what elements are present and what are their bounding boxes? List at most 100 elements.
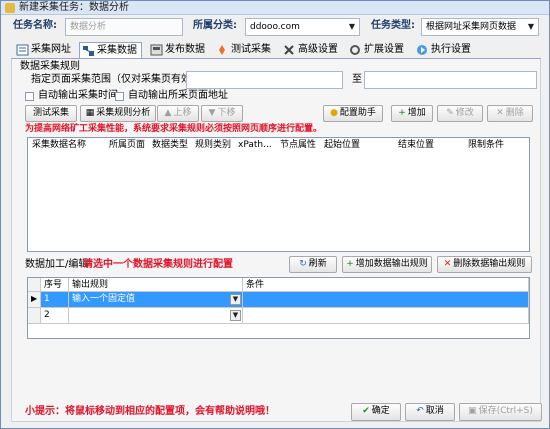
table-cell[interactable]: [243, 308, 529, 324]
range-to-input[interactable]: [364, 71, 537, 89]
range-label: 指定页面采集范围（仅对采集页有效）:: [31, 74, 205, 85]
column-header: 条件: [243, 278, 529, 292]
plus-icon: +: [398, 108, 406, 118]
analyze-rules-button[interactable]: ▦ 采集规则分析: [80, 105, 156, 122]
close-icon: ✕: [496, 108, 504, 118]
table-cell[interactable]: 1: [41, 292, 69, 308]
rule-select-cell[interactable]: 输入一个固定值 ▼: [69, 292, 243, 308]
chevron-down-icon[interactable]: ▼: [230, 310, 241, 321]
task-window: ddooo.com ddooo.com 新建采集任务：数据分析 任务名称: 数据…: [0, 0, 550, 429]
tab-label: 测试采集: [231, 44, 271, 55]
row-header-corner: [28, 278, 41, 292]
range-to-label: 至: [352, 74, 362, 85]
range-from-input[interactable]: [186, 71, 343, 89]
arrow-up-icon: ▲: [164, 108, 172, 118]
row-header: [28, 308, 41, 324]
extension-icon: [350, 45, 360, 55]
task-name-field[interactable]: 数据分析: [65, 18, 183, 36]
title-bar: 新建采集任务：数据分析: [1, 1, 549, 15]
tools-icon: [284, 45, 294, 55]
output-label: 数据加工/编辑: [25, 259, 89, 270]
rules-table[interactable]: 采集数据名称 所属页面 数据类型 规则类别 xPath... 节点属性 起始位置…: [27, 137, 530, 252]
move-up-button[interactable]: ▲ 上移: [157, 105, 199, 122]
app-icon: [5, 3, 15, 13]
lightbulb-icon: ●: [330, 108, 338, 118]
auto-url-checkbox[interactable]: [115, 92, 124, 101]
column-header: 起始位置: [324, 140, 361, 150]
save-button[interactable]: ▣ 保存(Ctrl+S): [459, 403, 542, 421]
tab-label: 发布数据: [165, 44, 205, 55]
execute-icon: [417, 45, 427, 55]
column-header: 输出规则: [69, 278, 243, 292]
tab-collect-data[interactable]: 采集数据: [79, 42, 142, 59]
test-icon: [219, 45, 225, 55]
close-icon: ✕: [443, 259, 452, 269]
tab-label: 执行设置: [431, 44, 471, 55]
undo-icon: ↶: [416, 406, 424, 416]
move-down-button[interactable]: ▼ 下移: [201, 105, 243, 122]
column-header: xPath...: [238, 140, 272, 150]
column-header: 所属页面: [109, 140, 146, 150]
category-value: ddooo.com: [250, 22, 300, 32]
tab-execute[interactable]: 执行设置: [414, 42, 475, 59]
footer-tip: 小提示：将鼠标移动到相应的配置项，会有帮助说明哦！: [25, 406, 275, 417]
row-pointer-icon: ▶: [28, 292, 41, 308]
table-cell[interactable]: [243, 292, 529, 308]
warning-text: 为提高网络矿工采集性能，系统要求采集规则必须按照网页顺序进行配置。: [25, 124, 323, 134]
data-icon: [83, 46, 94, 56]
chevron-down-icon[interactable]: ▼: [347, 22, 357, 32]
edit-icon: ✎: [446, 108, 454, 118]
column-header: 序号: [41, 278, 69, 292]
chevron-down-icon[interactable]: ▼: [526, 22, 536, 32]
add-rule-button[interactable]: + 增加: [391, 105, 433, 122]
column-header: 数据类型: [152, 140, 189, 150]
plus-icon: +: [346, 259, 354, 269]
auto-time-checkbox[interactable]: [25, 92, 34, 101]
tab-advanced[interactable]: 高级设置: [281, 42, 342, 59]
auto-time-label: 自动输出采集时间: [38, 90, 118, 101]
edit-rule-button[interactable]: ✎ 修改: [437, 105, 483, 122]
tab-label: 扩展设置: [364, 44, 404, 55]
tab-label: 采集数据: [97, 45, 137, 56]
add-output-rule-button[interactable]: + 增加数据输出规则: [342, 256, 432, 273]
tab-label: 采集网址: [31, 44, 71, 55]
category-label: 所属分类:: [193, 20, 237, 31]
arrow-down-icon: ▼: [208, 108, 216, 118]
task-type-select[interactable]: 根据网址采集网页数据 ▼: [421, 18, 539, 36]
tab-publish[interactable]: 发布数据: [148, 42, 209, 59]
tab-extension[interactable]: 扩展设置: [347, 42, 408, 59]
check-icon: ✔: [362, 406, 370, 416]
table-cell[interactable]: 2: [41, 308, 69, 324]
task-type-value: 根据网址采集网页数据: [426, 22, 517, 32]
output-hint: 请选中一个数据采集规则进行配置: [83, 259, 233, 270]
ok-button[interactable]: ✔ 确定: [351, 403, 401, 421]
column-header: 限制条件: [468, 140, 505, 150]
rule-value: 输入一个固定值: [72, 294, 136, 304]
output-rules-table[interactable]: 序号 输出规则 条件 ▶ 1 输入一个固定值 ▼ 2 ▼: [27, 277, 530, 339]
chevron-down-icon[interactable]: ▼: [230, 294, 241, 305]
delete-rule-button[interactable]: ✕ 删除: [487, 105, 533, 122]
column-header: 节点属性: [280, 140, 317, 150]
column-header: 结束位置: [398, 140, 435, 150]
refresh-icon: ↻: [299, 259, 307, 269]
category-select[interactable]: ddooo.com ▼: [245, 18, 360, 36]
refresh-button[interactable]: ↻ 刷新: [289, 256, 337, 273]
rule-select-cell[interactable]: ▼: [69, 308, 243, 324]
delete-output-rule-button[interactable]: ✕ 删除数据输出规则: [437, 256, 532, 273]
window-title: 新建采集任务：数据分析: [19, 2, 129, 13]
analyze-icon: ▦: [85, 108, 95, 118]
test-collect-button[interactable]: 测试采集: [25, 105, 77, 122]
column-header: 采集数据名称: [32, 140, 87, 150]
save-icon: ▣: [468, 406, 477, 416]
tab-urls[interactable]: 采集网址: [14, 42, 75, 59]
task-name-label: 任务名称:: [13, 20, 57, 31]
config-assistant-button[interactable]: ● 配置助手: [323, 105, 383, 122]
tab-test[interactable]: 测试采集: [214, 42, 275, 59]
tab-label: 高级设置: [298, 44, 338, 55]
column-header: 规则类别: [195, 140, 232, 150]
publish-icon: [150, 44, 163, 56]
cancel-button[interactable]: ↶ 取消: [405, 403, 455, 421]
list-icon: [16, 44, 29, 56]
auto-url-label: 自动输出所采页面地址: [128, 90, 228, 101]
task-type-label: 任务类型:: [371, 20, 415, 31]
